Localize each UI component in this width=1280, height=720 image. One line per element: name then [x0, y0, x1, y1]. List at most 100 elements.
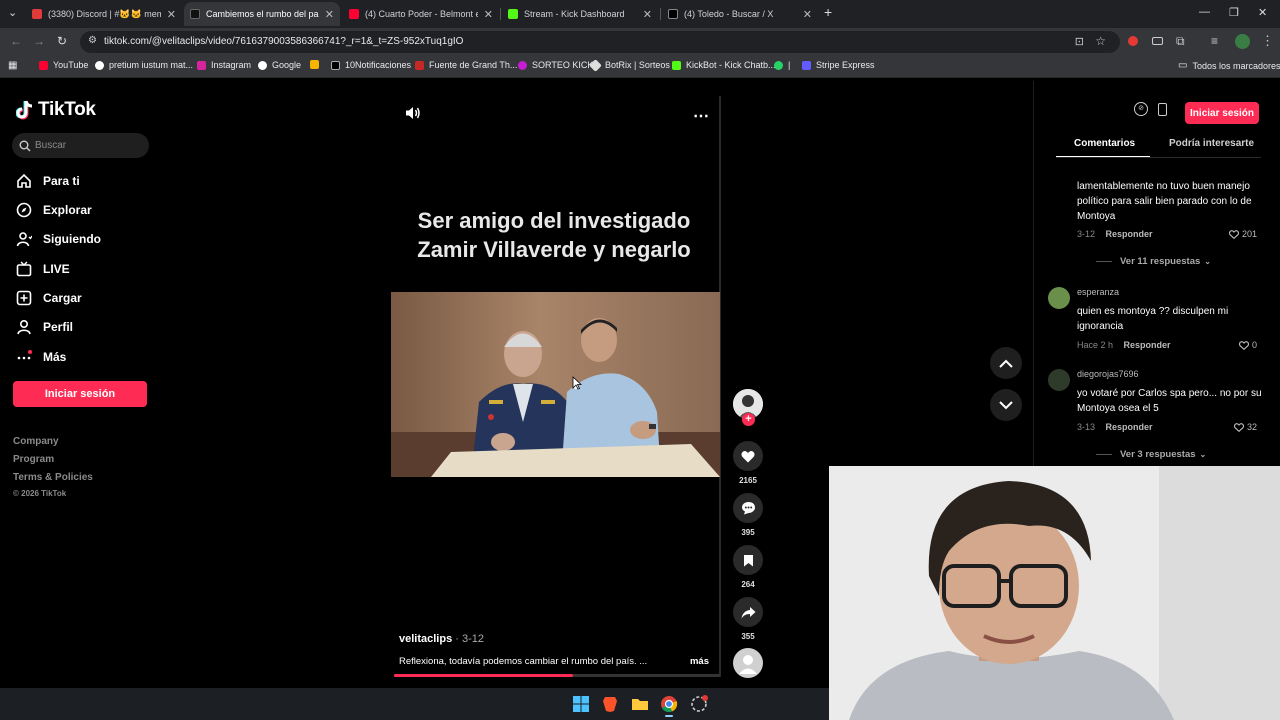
footer-program[interactable]: Program	[13, 454, 54, 465]
menu-kebab-icon[interactable]: ⋮	[1261, 33, 1274, 49]
all-bookmarks[interactable]: ▭ Todos los marcadores	[1178, 60, 1280, 71]
brave-browser-icon[interactable]	[601, 695, 619, 713]
music-disc-icon[interactable]	[733, 648, 763, 678]
chrome-icon[interactable]	[660, 695, 678, 717]
comment-action[interactable]: 395	[733, 493, 763, 537]
volume-icon[interactable]	[405, 106, 421, 120]
reply-button[interactable]: Responder	[1106, 422, 1153, 432]
browser-tab-youtube[interactable]: (4) Cuarto Poder - Belmont en ✕	[343, 2, 499, 26]
search-input[interactable]	[35, 140, 135, 151]
bookmark-stripe[interactable]: Stripe Express	[802, 60, 875, 70]
avatar[interactable]	[1048, 287, 1070, 309]
comment-like[interactable]: 0	[1238, 340, 1257, 350]
music-disc[interactable]	[733, 648, 763, 678]
footer-company[interactable]: Company	[13, 436, 59, 447]
share-action[interactable]: 355	[733, 597, 763, 641]
bookmark-kickbot[interactable]: KickBot - Kick Chatb...	[672, 60, 776, 70]
comment-username[interactable]: diegorojas7696	[1077, 369, 1139, 379]
minimize-icon[interactable]: —	[1199, 6, 1210, 18]
video-options-icon[interactable]: ⋯	[693, 106, 710, 126]
browser-tab-tiktok[interactable]: Cambiemos el rumbo del país ✕	[184, 2, 340, 26]
nav-siguiendo[interactable]: Siguiendo	[16, 231, 101, 247]
close-tab-icon[interactable]: ✕	[803, 8, 812, 21]
comment-like[interactable]: 32	[1233, 422, 1257, 432]
avatar[interactable]	[1048, 369, 1070, 391]
address-bar[interactable]: ⚙ tiktok.com/@velitaclips/video/76163790…	[80, 31, 1120, 53]
extension-icon[interactable]	[1128, 36, 1138, 46]
browser-tab-kick[interactable]: Stream - Kick Dashboard ✕	[502, 2, 658, 26]
extensions-puzzle-icon[interactable]: ⧉	[1176, 34, 1185, 49]
tab-podria-interesarte[interactable]: Podría interesarte	[1169, 138, 1254, 149]
video-username[interactable]: velitaclips	[399, 633, 452, 645]
comment-like[interactable]: 201	[1228, 229, 1257, 239]
close-tab-icon[interactable]: ✕	[643, 8, 652, 21]
file-explorer-icon[interactable]	[631, 695, 649, 713]
browser-tab-discord[interactable]: (3380) Discord | #🐱🐱 memes ✕	[26, 2, 182, 26]
nav-perfil[interactable]: Perfil	[16, 319, 73, 335]
next-video-button[interactable]	[990, 389, 1022, 421]
close-tab-icon[interactable]: ✕	[325, 8, 334, 21]
forward-icon[interactable]: →	[33, 34, 45, 48]
bookmark-star-icon[interactable]: ☆	[1095, 34, 1106, 48]
footer-terms[interactable]: Terms & Policies	[13, 472, 93, 483]
back-icon[interactable]: ←	[10, 34, 22, 48]
login-button[interactable]: Iniciar sesión	[13, 381, 147, 407]
bookmark-icon[interactable]	[733, 545, 763, 575]
mobile-app-icon[interactable]	[1158, 102, 1167, 116]
nav-cargar[interactable]: Cargar	[16, 290, 82, 306]
close-tab-icon[interactable]: ✕	[484, 8, 493, 21]
restore-icon[interactable]: ❐	[1229, 6, 1239, 19]
windows-start-icon[interactable]	[572, 695, 590, 713]
bookmark-sorteo-kick[interactable]: SORTEO KICK	[518, 60, 593, 70]
reading-list-icon[interactable]: ≡	[1211, 34, 1218, 48]
like-action[interactable]: 2165	[733, 441, 763, 485]
creator-avatar[interactable]: +	[733, 389, 763, 426]
bookmark-app[interactable]	[310, 60, 324, 69]
bookmark-botrix[interactable]: BotRix | Sorteos	[589, 58, 670, 72]
video-progress-bar[interactable]	[394, 674, 720, 677]
site-info-icon[interactable]: ⚙	[88, 35, 97, 46]
heart-icon[interactable]	[733, 441, 763, 471]
more-button[interactable]: más	[690, 656, 709, 667]
login-button-top[interactable]: Iniciar sesión	[1185, 102, 1259, 124]
app-icon[interactable]	[690, 695, 708, 713]
nav-live[interactable]: LIVE	[16, 261, 70, 277]
bookmark-google[interactable]: Google	[258, 60, 301, 70]
apps-grid-icon[interactable]: ▦	[8, 60, 17, 71]
nav-label: Más	[43, 350, 67, 364]
reply-button[interactable]: Responder	[1106, 229, 1153, 239]
new-tab-icon[interactable]: +	[824, 4, 832, 20]
previous-video-button[interactable]	[990, 347, 1022, 379]
tab-comentarios[interactable]: Comentarios	[1074, 138, 1135, 149]
coin-icon[interactable]: ⊘	[1134, 102, 1148, 116]
reload-icon[interactable]: ↻	[57, 34, 67, 48]
install-app-icon[interactable]: ⊡	[1075, 35, 1084, 48]
view-replies[interactable]: Ver 11 respuestas ⌄	[1096, 256, 1211, 267]
comment-icon[interactable]	[733, 493, 763, 523]
bookmark-youtube[interactable]: YouTube	[39, 60, 88, 70]
close-tab-icon[interactable]: ✕	[167, 8, 176, 21]
nav-mas[interactable]: Más	[16, 349, 66, 365]
bookmark-instagram[interactable]: Instagram	[197, 60, 251, 70]
extension-icon[interactable]	[1152, 37, 1163, 45]
nav-para-ti[interactable]: Para ti	[16, 173, 80, 189]
search-box[interactable]	[12, 133, 149, 158]
save-action[interactable]: 264	[733, 545, 763, 589]
comment-username[interactable]: esperanza	[1077, 287, 1119, 297]
reply-button[interactable]: Responder	[1124, 340, 1171, 350]
url-text[interactable]: tiktok.com/@velitaclips/video/7616379003…	[104, 36, 463, 47]
bookmark-grand-theft[interactable]: Fuente de Grand Th...	[415, 60, 517, 70]
follow-plus-icon[interactable]: +	[742, 413, 755, 426]
video-player[interactable]: ⋯ Ser amigo del investigado Zamir Villav…	[391, 96, 721, 677]
bookmark-pretium[interactable]: pretium iustum mat...	[95, 60, 193, 70]
bookmark-notifications[interactable]: 10Notificaciones	[331, 60, 411, 70]
browser-tab-x[interactable]: (4) Toledo - Buscar / X ✕	[662, 2, 818, 26]
tiktok-logo[interactable]: TikTok	[16, 99, 96, 121]
nav-explorar[interactable]: Explorar	[16, 202, 92, 218]
view-replies[interactable]: Ver 3 respuestas ⌄	[1096, 449, 1206, 460]
profile-avatar-icon[interactable]	[1235, 34, 1250, 49]
tab-search-icon[interactable]: ⌄	[8, 6, 17, 19]
close-window-icon[interactable]: ✕	[1258, 6, 1267, 19]
share-icon[interactable]	[733, 597, 763, 627]
bookmark-whatsapp[interactable]: |	[774, 60, 790, 70]
